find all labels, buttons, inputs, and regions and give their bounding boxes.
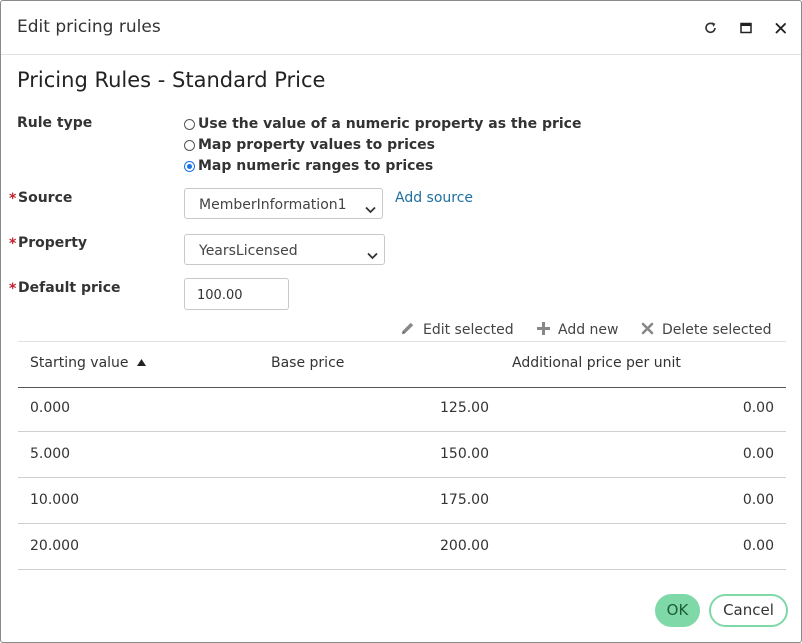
source-label: Source	[18, 190, 73, 206]
delete-selected-label: Delete selected	[662, 322, 772, 338]
source-select-value: MemberInformation1	[199, 197, 347, 213]
cell-base-price: 125.00	[440, 400, 489, 416]
default-price-label: Default price	[18, 280, 121, 296]
radio-button[interactable]	[184, 118, 195, 130]
property-select-value: YearsLicensed	[199, 243, 298, 259]
required-marker: *	[9, 281, 17, 297]
cell-base-price: 150.00	[440, 446, 489, 462]
add-source-link[interactable]: Add source	[395, 190, 473, 206]
edit-selected-button[interactable]: Edit selected	[400, 321, 514, 339]
radio-label: Map property values to prices	[198, 137, 436, 153]
pencil-icon	[400, 320, 416, 340]
cell-additional-price: 0.00	[742, 446, 774, 462]
table-header: Starting value Base price Additional pri…	[18, 341, 786, 388]
ok-button[interactable]: OK	[655, 594, 700, 627]
cell-base-price: 200.00	[440, 538, 489, 554]
refresh-icon[interactable]	[701, 17, 721, 39]
cell-starting-value: 0.000	[30, 400, 71, 416]
column-header-starting-value[interactable]: Starting value	[30, 355, 147, 371]
radio-label: Use the value of a numeric property as t…	[198, 116, 582, 132]
cell-starting-value: 20.000	[30, 538, 79, 554]
dialog-titlebar: Edit pricing rules	[1, 1, 801, 55]
table-row[interactable]: 10.000 175.00 0.00	[18, 478, 786, 524]
cancel-button[interactable]: Cancel	[709, 594, 788, 627]
column-header-additional-price[interactable]: Additional price per unit	[512, 355, 681, 371]
add-new-label: Add new	[558, 322, 619, 338]
rule-type-radio-map-property-values[interactable]: Map property values to prices	[184, 136, 435, 154]
page-title: Pricing Rules - Standard Price	[17, 68, 326, 92]
delete-selected-button[interactable]: Delete selected	[640, 321, 772, 339]
edit-pricing-rules-dialog: Edit pricing rules Pricing Rules - Stand…	[0, 0, 802, 643]
property-label: Property	[18, 235, 88, 251]
cell-additional-price: 0.00	[742, 492, 774, 508]
default-price-input[interactable]: 100.00	[184, 278, 289, 310]
add-new-button[interactable]: Add new	[536, 321, 619, 339]
default-price-value: 100.00	[197, 288, 243, 303]
cell-additional-price: 0.00	[742, 400, 774, 416]
radio-button[interactable]	[184, 139, 195, 151]
required-marker: *	[9, 191, 17, 207]
rule-type-radio-numeric-property[interactable]: Use the value of a numeric property as t…	[184, 115, 581, 133]
sort-ascending-icon	[133, 355, 147, 371]
source-select[interactable]: MemberInformation1	[184, 188, 383, 219]
table-row[interactable]: 0.000 125.00 0.00	[18, 386, 786, 432]
required-marker: *	[9, 236, 17, 252]
maximize-icon[interactable]	[736, 17, 756, 39]
close-icon[interactable]	[771, 17, 791, 39]
cell-additional-price: 0.00	[742, 538, 774, 554]
property-select[interactable]: YearsLicensed	[184, 234, 385, 265]
column-header-label: Starting value	[30, 355, 129, 371]
x-icon	[640, 321, 655, 340]
cell-starting-value: 10.000	[30, 492, 79, 508]
radio-button-selected[interactable]	[184, 160, 195, 172]
dialog-title: Edit pricing rules	[17, 17, 161, 37]
edit-selected-label: Edit selected	[423, 322, 514, 338]
chevron-down-icon	[367, 245, 378, 264]
plus-icon	[536, 321, 551, 340]
radio-label: Map numeric ranges to prices	[198, 158, 434, 174]
table-row[interactable]: 5.000 150.00 0.00	[18, 432, 786, 478]
rule-type-label: Rule type	[17, 115, 93, 131]
cell-base-price: 175.00	[440, 492, 489, 508]
chevron-down-icon	[365, 199, 376, 218]
column-header-base-price[interactable]: Base price	[271, 355, 344, 371]
rule-type-radio-map-numeric-ranges[interactable]: Map numeric ranges to prices	[184, 157, 433, 175]
table-row[interactable]: 20.000 200.00 0.00	[18, 524, 786, 570]
cell-starting-value: 5.000	[30, 446, 71, 462]
